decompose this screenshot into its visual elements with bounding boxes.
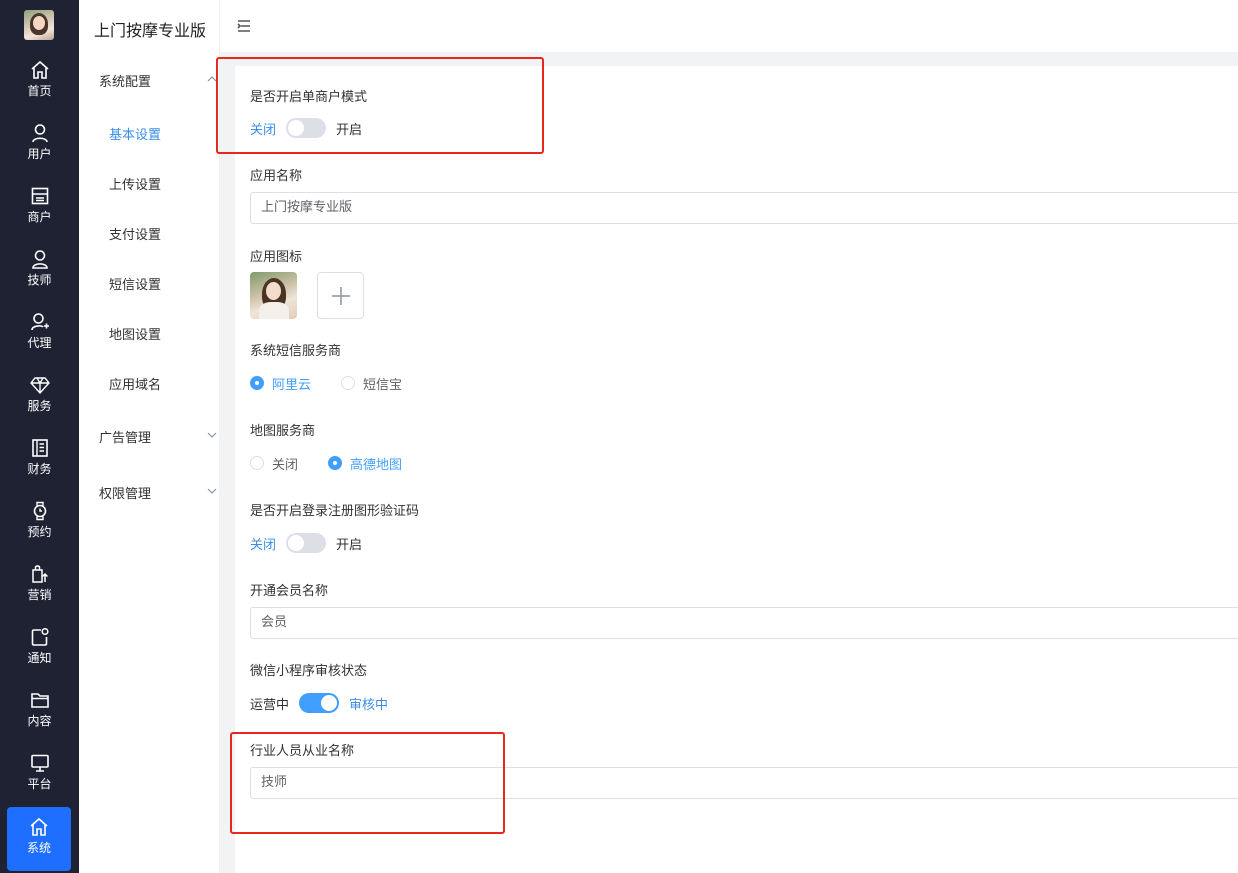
menu-item-app-domain[interactable]: 应用域名 — [109, 374, 161, 393]
menu-item-basic-settings[interactable]: 基本设置 — [109, 124, 161, 143]
store-icon — [31, 187, 48, 205]
nav-agent[interactable]: 代理 — [0, 312, 79, 372]
map-provider-radio-group: 关闭 高德地图 — [250, 453, 432, 473]
chevron-down-icon — [207, 432, 217, 438]
user-icon — [31, 124, 48, 143]
watch-icon — [33, 501, 46, 521]
nav-service[interactable]: 服务 — [0, 375, 79, 435]
nav-user[interactable]: 用户 — [0, 123, 79, 183]
diamond-icon — [29, 377, 50, 395]
app-icon-label: 应用图标 — [250, 250, 303, 265]
menu-fold-icon[interactable] — [237, 19, 251, 33]
radio-map-off[interactable]: 关闭 — [250, 454, 298, 473]
menu-item-map-settings[interactable]: 地图设置 — [109, 324, 161, 343]
nav-marketing[interactable]: 营销 — [0, 564, 79, 624]
sub-menu: 上门按摩专业版 系统配置 基本设置 上传设置 支付设置 短信设置 地图设置 应用… — [79, 0, 220, 873]
app-icon-thumbnail[interactable] — [250, 272, 297, 319]
switch-knob — [321, 695, 338, 711]
switch-off-text: 运营中 — [250, 697, 290, 713]
wechat-review-label: 微信小程序审核状态 — [250, 664, 368, 679]
radio-dot — [328, 456, 343, 470]
nav-label: 系统 — [26, 841, 51, 855]
menu-group-label: 权限管理 — [99, 487, 152, 502]
radio-dot — [250, 456, 264, 470]
nav-label: 内容 — [27, 714, 52, 728]
notification-icon — [31, 627, 49, 646]
menu-item-payment-settings[interactable]: 支付设置 — [109, 224, 161, 243]
radio-label: 关闭 — [272, 457, 299, 473]
folder-icon — [30, 693, 49, 708]
nav-label: 代理 — [27, 336, 52, 350]
monitor-icon — [30, 754, 49, 772]
annotation-box — [216, 57, 544, 154]
nav-label: 通知 — [27, 651, 52, 665]
sms-provider-radio-group: 阿里云 短信宝 — [250, 373, 432, 393]
home-icon — [30, 60, 49, 79]
nav-label: 财务 — [27, 462, 52, 476]
annotation-box — [230, 732, 505, 834]
captcha-label: 是否开启登录注册图形验证码 — [250, 504, 420, 519]
nav-finance[interactable]: 财务 — [0, 438, 79, 498]
app-brand: 上门按摩专业版 — [94, 21, 207, 40]
wechat-review-switch[interactable] — [299, 693, 340, 713]
captcha-switch-row: 关闭 开启 — [250, 532, 362, 554]
menu-group-label: 广告管理 — [99, 431, 152, 446]
nav-label: 用户 — [27, 147, 52, 161]
nav-label: 技师 — [27, 273, 52, 287]
radio-dot — [341, 376, 356, 390]
nav-label: 商户 — [27, 210, 52, 224]
radio-label: 高德地图 — [350, 457, 403, 473]
switch-on-text: 审核中 — [349, 697, 389, 713]
menu-group-system-config[interactable]: 系统配置 — [99, 71, 217, 90]
radio-smsbao[interactable]: 短信宝 — [341, 374, 402, 393]
map-provider-label: 地图服务商 — [250, 424, 316, 439]
nav-label: 预约 — [27, 525, 52, 539]
menu-item-sms-settings[interactable]: 短信设置 — [109, 274, 161, 293]
nav-label: 首页 — [27, 84, 52, 98]
nav-notification[interactable]: 通知 — [0, 627, 79, 687]
nav-label: 平台 — [27, 777, 52, 791]
nav-platform[interactable]: 平台 — [0, 753, 79, 813]
technician-icon — [31, 250, 48, 269]
menu-item-upload-settings[interactable]: 上传设置 — [109, 174, 161, 193]
nav-appointment[interactable]: 预约 — [0, 501, 79, 561]
radio-amap[interactable]: 高德地图 — [328, 454, 402, 473]
nav-system[interactable]: 系统 — [7, 807, 71, 871]
app-name-label: 应用名称 — [250, 169, 303, 184]
chevron-down-icon — [207, 488, 217, 494]
member-name-input[interactable]: 会员 — [250, 607, 1238, 639]
nav-technician[interactable]: 技师 — [0, 249, 79, 309]
wechat-review-switch-row: 运营中 审核中 — [250, 692, 388, 714]
avatar[interactable] — [24, 10, 54, 40]
nav-content[interactable]: 内容 — [0, 690, 79, 750]
ledger-icon — [31, 439, 48, 457]
plus-icon — [332, 287, 350, 305]
sms-provider-label: 系统短信服务商 — [250, 344, 342, 359]
switch-off-text: 关闭 — [250, 537, 277, 553]
switch-on-text: 开启 — [336, 537, 363, 553]
nav-merchant[interactable]: 商户 — [0, 186, 79, 246]
switch-knob — [288, 535, 305, 551]
top-bar — [220, 0, 1238, 52]
main-nav-rail: 首页 用户 商户 技师 代理 服务 财务 预约 营销 通知 内容 平台 系统 — [0, 0, 79, 873]
captcha-switch[interactable] — [286, 533, 327, 553]
bag-icon — [31, 565, 48, 583]
app-name-input[interactable]: 上门按摩专业版 — [250, 192, 1238, 224]
member-name-label: 开通会员名称 — [250, 584, 329, 599]
menu-group-ads[interactable]: 广告管理 — [99, 427, 217, 446]
home-icon — [30, 817, 48, 836]
nav-home[interactable]: 首页 — [0, 60, 79, 120]
radio-aliyun[interactable]: 阿里云 — [250, 374, 311, 393]
menu-group-permissions[interactable]: 权限管理 — [99, 483, 217, 502]
radio-label: 阿里云 — [272, 377, 312, 393]
nav-label: 服务 — [27, 399, 52, 413]
radio-dot — [250, 376, 264, 390]
agent-icon — [30, 313, 49, 331]
app-icon-upload-button[interactable] — [317, 272, 364, 319]
radio-label: 短信宝 — [363, 377, 403, 393]
nav-label: 营销 — [27, 588, 52, 602]
menu-group-label: 系统配置 — [99, 75, 152, 90]
